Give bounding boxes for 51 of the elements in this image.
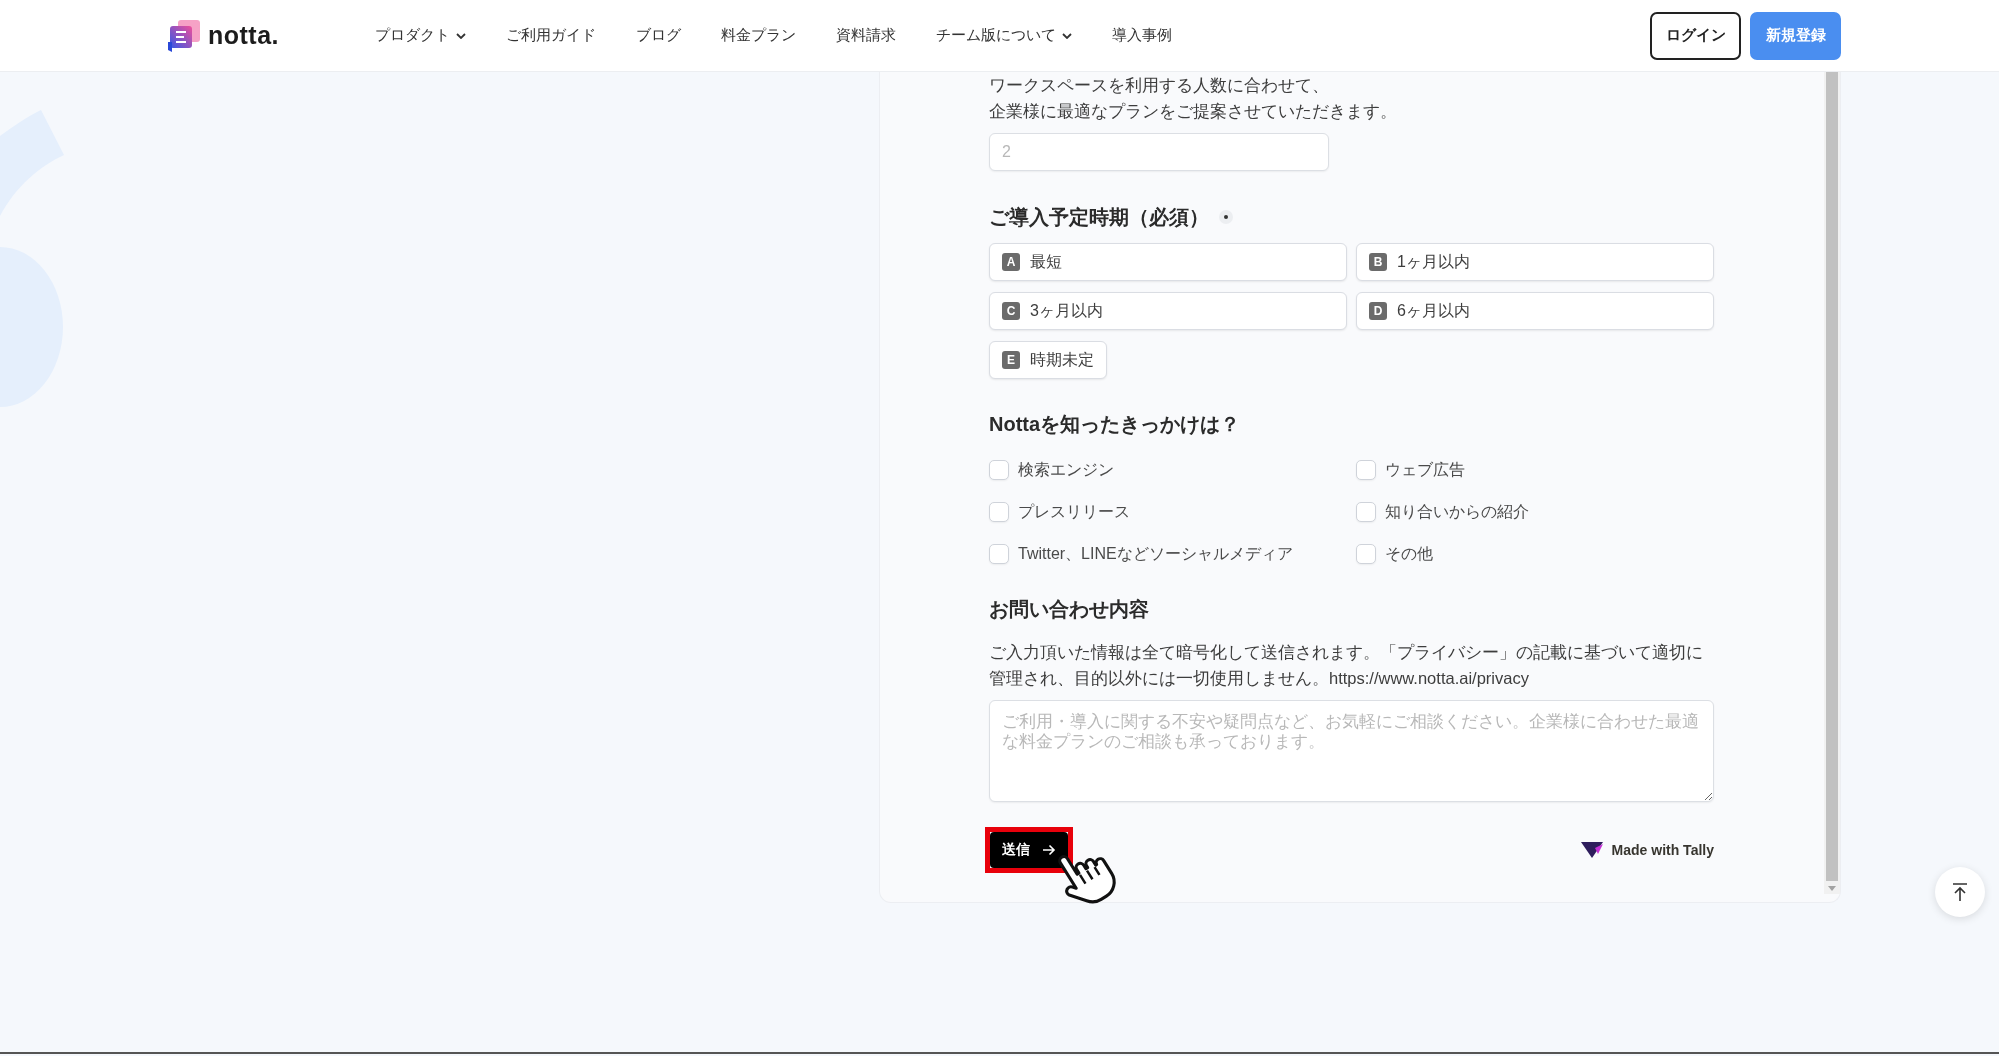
caret-down-icon[interactable] [1828, 886, 1836, 891]
chevron-down-icon [456, 32, 467, 39]
made-with-tally-link[interactable]: Made with Tally [1580, 842, 1714, 858]
checkbox-label[interactable]: 検索エンジン [1018, 459, 1114, 481]
question-title: ご導入予定時期（必須） [989, 205, 1209, 230]
logo-icon[interactable] [166, 19, 202, 52]
option-key: A [1002, 253, 1020, 271]
choice-option[interactable]: D 6ヶ月以内 [1356, 292, 1714, 330]
arrow-right-icon [1042, 844, 1056, 856]
privacy-note: ご入力頂いた情報は全て暗号化して送信されます。「プライバシー」の記載に基づいて適切に管理され、目的以外には一切使用しません。https://www.notta.ai/privacy [989, 642, 1704, 689]
nav-link[interactable]: 料金プラン [721, 26, 797, 45]
checkbox-label[interactable]: その他 [1385, 543, 1433, 565]
checkbox[interactable] [1356, 544, 1376, 564]
checkbox[interactable] [989, 460, 1009, 480]
option-key: C [1002, 302, 1020, 320]
checkbox[interactable] [1356, 502, 1376, 522]
intro-text: ワークスペースを利用する人数に合わせて、 [989, 75, 1330, 96]
logo-text[interactable]: notta. [208, 21, 280, 50]
choice-option[interactable]: E 時期未定 [989, 341, 1107, 379]
choice-option[interactable]: A 最短 [989, 243, 1347, 281]
checkbox[interactable] [1356, 460, 1376, 480]
nav-link[interactable]: 資料請求 [836, 26, 897, 45]
count-input[interactable]: 2 [989, 133, 1329, 171]
intro-text: 企業様に最適なプランをご提案させていただきます。 [989, 101, 1398, 122]
checkbox-label[interactable]: 知り合いからの紹介 [1385, 501, 1529, 523]
scroll-to-top-button[interactable] [1935, 867, 1985, 917]
checkbox[interactable] [989, 502, 1009, 522]
choice-option[interactable]: C 3ヶ月以内 [989, 292, 1347, 330]
nav-link[interactable]: ご利用ガイド [506, 26, 597, 45]
option-key: B [1369, 253, 1387, 271]
checkbox-label[interactable]: プレスリリース [1018, 501, 1130, 523]
option-key: D [1369, 302, 1387, 320]
arrow-up-icon [1951, 882, 1969, 902]
nav-link[interactable]: 導入事例 [1112, 26, 1173, 45]
message-field[interactable]: ご利用・導入に関する不安や疑問点など、お気軽にご相談ください。企業様に合わせた最適な料金プランのご相談も承っております。 [989, 700, 1714, 802]
option-key: E [1002, 351, 1020, 369]
nav-link[interactable]: ブログ [636, 26, 682, 45]
submit-button[interactable]: 送信 [990, 832, 1068, 868]
checkbox-label[interactable]: ウェブ広告 [1385, 459, 1465, 481]
question-title: お問い合わせ内容 [989, 597, 1150, 622]
question-title: Nottaを知ったきっかけは？ [989, 412, 1242, 437]
login-button[interactable]: ログイン [1650, 11, 1741, 60]
nav-link[interactable]: チーム版について [936, 26, 1073, 45]
chevron-down-icon [1062, 32, 1073, 39]
nav-link[interactable]: プロダクト [375, 26, 467, 45]
checkbox-label[interactable]: Twitter、LINEなどソーシャルメディア [1018, 543, 1293, 565]
checkbox[interactable] [989, 544, 1009, 564]
triangle-logo-icon [1580, 842, 1603, 858]
choice-option[interactable]: B 1ヶ月以内 [1356, 243, 1714, 281]
scrollbar[interactable] [1824, 72, 1840, 894]
scrollbar-thumb[interactable] [1826, 72, 1838, 881]
